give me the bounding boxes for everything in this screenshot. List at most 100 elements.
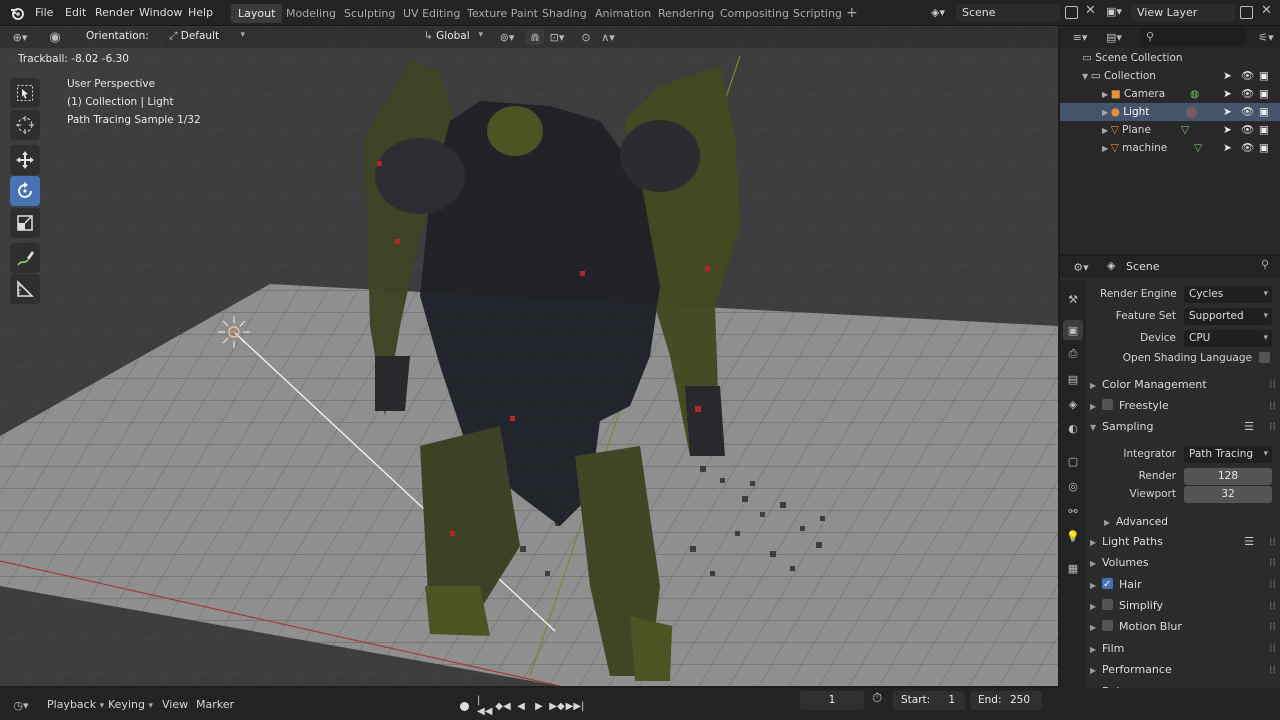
drag-handle-icon[interactable]: ⁞⁞ bbox=[1269, 575, 1276, 595]
add-workspace-button[interactable]: + bbox=[839, 4, 865, 23]
chevron-right-icon[interactable]: ▶ bbox=[1102, 126, 1111, 135]
panel-hair[interactable]: ▶ Hair ⁞⁞ bbox=[1090, 575, 1276, 595]
panel-performance[interactable]: ▶ Performance ⁞⁞ bbox=[1090, 660, 1276, 680]
remove-scene-icon[interactable]: ✕ bbox=[1085, 3, 1096, 18]
tab-layout[interactable]: Layout bbox=[231, 4, 283, 23]
presets-list-icon[interactable]: ☰ bbox=[1244, 532, 1254, 552]
play-reverse-button[interactable]: ◀ bbox=[513, 698, 529, 714]
menu-file[interactable]: File bbox=[35, 0, 53, 26]
drag-handle-icon[interactable]: ⁞⁞ bbox=[1269, 639, 1276, 659]
tool-select-box[interactable] bbox=[10, 78, 40, 108]
chevron-right-icon[interactable]: ▶ bbox=[1102, 144, 1111, 153]
jump-to-start-button[interactable]: |◀◀ bbox=[477, 695, 493, 717]
panel-light-paths[interactable]: ▶ Light Paths ☰ ⁞⁞ bbox=[1090, 532, 1276, 552]
drag-handle-icon[interactable]: ⁞⁞ bbox=[1269, 617, 1276, 637]
outliner-editor-type-icon[interactable]: ≡▾ bbox=[1068, 29, 1092, 45]
menu-render[interactable]: Render bbox=[95, 0, 134, 26]
scene-collection-row[interactable]: ▭ Scene Collection bbox=[1060, 49, 1280, 67]
tab-rendering[interactable]: Rendering bbox=[651, 4, 721, 23]
object-data-tab-icon[interactable]: 💡 bbox=[1063, 526, 1083, 546]
tool-annotate[interactable] bbox=[10, 243, 40, 273]
motion-blur-checkbox[interactable] bbox=[1102, 620, 1113, 631]
render-engine-dropdown[interactable]: Cycles ▾ bbox=[1184, 286, 1272, 303]
snap-magnet-icon[interactable]: ⋒ bbox=[526, 29, 544, 45]
record-keyframes-button[interactable] bbox=[456, 698, 472, 714]
visibility-icon[interactable]: 👁 bbox=[1241, 103, 1254, 121]
panel-volumes[interactable]: ▶ Volumes ⁞⁞ bbox=[1090, 553, 1276, 573]
outliner-item-plane[interactable]: ▶ ▽ Plane ▽ ➤ 👁 ▣ bbox=[1060, 121, 1280, 139]
visibility-icon[interactable]: 👁 bbox=[1241, 85, 1254, 103]
tool-rotate[interactable] bbox=[10, 176, 40, 206]
integrator-dropdown[interactable]: Path Tracing ▾ bbox=[1184, 446, 1272, 463]
timeline-menu-view[interactable]: View bbox=[162, 695, 188, 715]
panel-color-management[interactable]: ▶ Color Management ⁞⁞ bbox=[1090, 375, 1276, 395]
subpanel-advanced[interactable]: ▶ Advanced bbox=[1104, 512, 1280, 532]
drag-handle-icon[interactable]: ⁞⁞ bbox=[1269, 532, 1276, 552]
panel-simplify[interactable]: ▶ Simplify ⁞⁞ bbox=[1090, 596, 1276, 616]
scene-field[interactable]: Scene bbox=[956, 4, 1060, 22]
orientation-dropdown[interactable]: ⤢ Default ▾ bbox=[163, 28, 250, 46]
blender-logo-icon[interactable] bbox=[9, 5, 25, 21]
frame-start-field[interactable]: Start: 1 bbox=[893, 691, 965, 710]
menu-edit[interactable]: Edit bbox=[65, 0, 86, 26]
visibility-icon[interactable]: 👁 bbox=[1241, 121, 1254, 139]
drag-handle-icon[interactable]: ⁞⁞ bbox=[1269, 660, 1276, 680]
scene-tab-icon[interactable]: ◈ bbox=[1063, 394, 1083, 414]
viewport-samples-field[interactable]: 32 bbox=[1184, 486, 1272, 503]
menu-help[interactable]: Help bbox=[188, 0, 213, 26]
presets-list-icon[interactable]: ☰ bbox=[1244, 417, 1254, 437]
tool-move[interactable] bbox=[10, 145, 40, 175]
restrict-select-icon[interactable]: ➤ bbox=[1223, 85, 1232, 103]
outliner-item-machine[interactable]: ▶ ▽ machine ▽ ➤ 👁 ▣ bbox=[1060, 139, 1280, 157]
tool-measure[interactable] bbox=[10, 274, 40, 304]
constraints-tab-icon[interactable]: ⚯ bbox=[1063, 501, 1083, 521]
copy-scene-icon[interactable] bbox=[1065, 6, 1078, 19]
restrict-select-icon[interactable]: ➤ bbox=[1223, 139, 1232, 157]
visibility-icon[interactable]: 👁 bbox=[1241, 139, 1254, 157]
jump-to-end-button[interactable]: ▶▶| bbox=[566, 698, 585, 714]
simplify-checkbox[interactable] bbox=[1102, 599, 1113, 610]
object-tab-icon[interactable]: ▢ bbox=[1063, 451, 1083, 471]
feature-set-dropdown[interactable]: Supported ▾ bbox=[1184, 308, 1272, 325]
panel-sampling[interactable]: ▼ Sampling ☰ ⁞⁞ bbox=[1090, 417, 1276, 437]
collection-row[interactable]: ▼ ▭ Collection ➤ 👁 ▣ bbox=[1060, 67, 1280, 85]
3d-viewport[interactable]: ⊕▾ ◉ Orientation: ⤢ Default ▾ ↳ Global ▾… bbox=[0, 26, 1058, 686]
editor-type-icon[interactable]: ⊕▾ bbox=[8, 29, 32, 45]
chevron-right-icon[interactable]: ▶ bbox=[1102, 90, 1111, 99]
pin-icon[interactable]: ⚲ bbox=[1261, 258, 1269, 271]
filter-icon[interactable]: ⚟▾ bbox=[1256, 29, 1276, 45]
outliner-item-light[interactable]: ▶ ● Light ➤ 👁 ▣ bbox=[1060, 103, 1280, 121]
tab-modeling[interactable]: Modeling bbox=[279, 4, 343, 23]
chevron-right-icon[interactable]: ▶ bbox=[1102, 108, 1111, 117]
remove-view-layer-icon[interactable]: ✕ bbox=[1261, 3, 1272, 18]
menu-window[interactable]: Window bbox=[139, 0, 182, 26]
transform-orientation-gizmo-icon[interactable]: ◉ bbox=[44, 28, 66, 46]
tab-compositing[interactable]: Compositing bbox=[713, 4, 796, 23]
restrict-select-icon[interactable]: ➤ bbox=[1223, 67, 1232, 85]
panel-film[interactable]: ▶ Film ⁞⁞ bbox=[1090, 639, 1276, 659]
current-frame-field[interactable]: 1 bbox=[800, 691, 864, 710]
proportional-falloff-icon[interactable]: ∧▾ bbox=[596, 29, 620, 45]
tab-sculpting[interactable]: Sculpting bbox=[337, 4, 402, 23]
timeline-editor-type-icon[interactable]: ◷▾ bbox=[8, 697, 34, 713]
osl-checkbox[interactable] bbox=[1259, 352, 1270, 363]
stopwatch-icon[interactable]: ⏱ bbox=[872, 691, 882, 706]
tab-animation[interactable]: Animation bbox=[588, 4, 658, 23]
drag-handle-icon[interactable]: ⁞⁞ bbox=[1269, 596, 1276, 616]
timeline-menu-playback[interactable]: Playback ▾ bbox=[47, 695, 104, 715]
frame-end-field[interactable]: End: 250 bbox=[970, 691, 1042, 710]
transform-space-dropdown[interactable]: ↳ Global ▾ bbox=[418, 28, 488, 46]
restrict-select-icon[interactable]: ➤ bbox=[1223, 103, 1232, 121]
panel-freestyle[interactable]: ▶ Freestyle ⁞⁞ bbox=[1090, 396, 1276, 416]
tool-scale[interactable] bbox=[10, 208, 40, 238]
texture-tab-icon[interactable]: ▦ bbox=[1063, 558, 1083, 578]
proportional-edit-icon[interactable]: ⊙ bbox=[578, 29, 594, 45]
render-icon[interactable]: ▣ bbox=[1259, 139, 1269, 157]
visibility-icon[interactable]: 👁 bbox=[1241, 67, 1254, 85]
tab-shading[interactable]: Shading bbox=[535, 4, 594, 23]
tool-settings-tab-icon[interactable]: ⚒ bbox=[1063, 289, 1083, 309]
jump-keyframe-back-button[interactable]: ◆◀ bbox=[495, 698, 511, 714]
snap-target-icon[interactable]: ⊡▾ bbox=[545, 29, 569, 45]
hair-checkbox[interactable] bbox=[1102, 575, 1113, 595]
outliner-search-input[interactable]: ⚲ bbox=[1140, 28, 1246, 46]
